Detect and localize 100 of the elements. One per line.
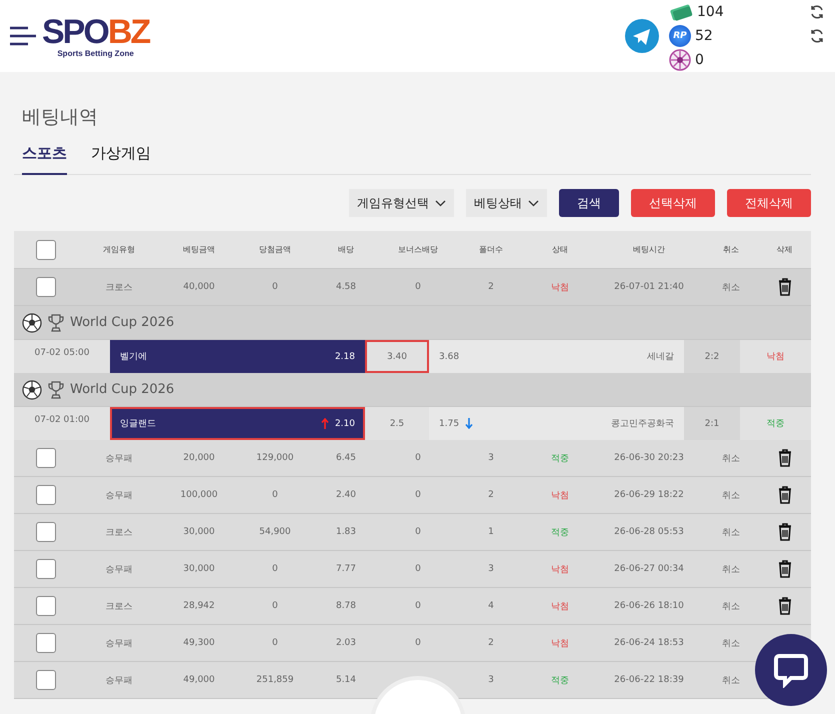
table-cell-text: 0	[271, 282, 279, 292]
table-cell-text: 40,000	[182, 282, 216, 292]
cancel-link[interactable]: 취소	[704, 452, 758, 464]
select-all-checkbox[interactable]	[36, 240, 56, 260]
cancel-link[interactable]: 취소	[704, 562, 758, 576]
search-button[interactable]: 검색	[559, 189, 619, 217]
points-badge: RP	[669, 25, 691, 47]
trash-icon[interactable]	[778, 597, 792, 615]
table-cell-text: 승무패	[104, 490, 134, 502]
chat-bubble-icon	[773, 652, 809, 688]
column-header: 베팅금액	[182, 244, 216, 255]
delete-button[interactable]: 전체삭제	[727, 189, 811, 217]
table-cell-text: 54,900	[258, 527, 292, 537]
row-checkbox[interactable]	[36, 670, 56, 690]
score-text: 2:1	[704, 418, 720, 428]
team-name: 콩고민주공화국	[611, 418, 674, 430]
status-text: 낙첨	[766, 351, 784, 363]
table-cell-text: 1.83	[334, 527, 358, 537]
row-checkbox[interactable]	[36, 277, 56, 297]
table-cell-text: 0	[414, 638, 422, 648]
balance-value: 52	[695, 28, 714, 44]
soccer-ball-icon	[22, 312, 42, 332]
column-header: 배당	[337, 244, 355, 255]
league-name: World Cup 2026	[70, 315, 174, 330]
trash-icon[interactable]	[778, 278, 792, 296]
table-cell-text: 5.14	[334, 675, 358, 685]
filter-dropdown[interactable]: 게임유형선택	[349, 189, 454, 217]
row-checkbox[interactable]	[36, 559, 56, 579]
table-cell-text: 0	[414, 564, 422, 574]
team-name: 잉글랜드	[120, 418, 156, 430]
column-header: 폴더수	[478, 244, 504, 255]
status-text: 낙첨	[550, 282, 570, 294]
trash-icon[interactable]	[778, 560, 792, 578]
odds-value: 2.18	[334, 352, 355, 362]
status-text: 낙첨	[550, 564, 570, 576]
table-cell-text: 26-06-27 00:34	[613, 564, 685, 574]
cancel-link[interactable]: 취소	[704, 636, 758, 650]
score-text: 2:2	[704, 352, 720, 362]
cancel-link[interactable]: 취소	[704, 674, 758, 686]
refresh-icon[interactable]	[809, 28, 825, 44]
column-header: 삭제	[776, 244, 794, 255]
menu-icon[interactable]	[10, 25, 36, 47]
filter-dropdown[interactable]: 베팅상태	[466, 189, 547, 217]
table-cell-text: 0	[414, 601, 422, 611]
status-text: 낙첨	[550, 600, 570, 612]
status-text: 적중	[550, 674, 570, 686]
table-cell-text: 26-06-28 05:53	[613, 527, 685, 537]
table-cell-text: 26-06-24 18:53	[613, 638, 685, 648]
table-cell-text: 7.77	[334, 564, 358, 574]
status-text: 적중	[766, 418, 784, 430]
wheel-icon	[669, 49, 691, 71]
balance-value: 104	[697, 4, 725, 20]
table-cell-text: 26-06-22 18:39	[613, 675, 685, 685]
tab[interactable]: 가상게임	[91, 144, 151, 175]
table-cell-text: 3	[487, 564, 495, 574]
odds-value: 1.75	[439, 418, 460, 428]
paper-plane-icon[interactable]	[625, 19, 659, 53]
cancel-link[interactable]: 취소	[704, 526, 758, 538]
logo[interactable]: SPOBZ Sports Betting Zone	[42, 14, 150, 58]
refresh-icon[interactable]	[809, 4, 825, 20]
table-cell-text: 100,000	[179, 490, 219, 500]
table-cell-text: 1	[487, 527, 495, 537]
match-time: 07-02 01:00	[34, 415, 90, 425]
row-checkbox[interactable]	[36, 485, 56, 505]
status-text: 낙첨	[550, 490, 570, 502]
table-cell-text: 2	[487, 638, 495, 648]
cancel-link[interactable]: 취소	[704, 600, 758, 612]
table-cell-text: 26-07-01 21:40	[613, 282, 685, 292]
odds-value: 3.68	[439, 352, 460, 362]
odds-value: 3.40	[386, 352, 408, 362]
table-cell-text: 3	[487, 453, 495, 463]
table-cell-text: 251,859	[255, 675, 295, 685]
table-cell-text: 129,000	[255, 453, 295, 463]
table-cell-text: 승무패	[104, 674, 134, 686]
league-name: World Cup 2026	[70, 382, 174, 397]
table-cell-text: 0	[414, 453, 422, 463]
cancel-link[interactable]: 취소	[704, 488, 758, 502]
row-checkbox[interactable]	[36, 596, 56, 616]
balance-value: 0	[695, 52, 705, 68]
table-cell-text: 0	[271, 601, 279, 611]
trash-icon[interactable]	[778, 486, 792, 504]
row-checkbox[interactable]	[36, 522, 56, 542]
table-cell-text: 0	[271, 564, 279, 574]
tab[interactable]: 스포츠	[22, 144, 67, 175]
trash-icon[interactable]	[778, 449, 792, 467]
row-checkbox[interactable]	[36, 633, 56, 653]
delete-button[interactable]: 선택삭제	[631, 189, 715, 217]
table-cell-text: 49,300	[182, 638, 216, 648]
match-time: 07-02 05:00	[34, 348, 90, 358]
row-checkbox[interactable]	[36, 448, 56, 468]
odds-value: 2.5	[390, 418, 404, 428]
table-cell-text: 2.40	[334, 490, 358, 500]
column-header: 당첨금액	[258, 244, 292, 255]
caret-icon	[528, 200, 539, 206]
trash-icon[interactable]	[778, 523, 792, 541]
table-cell-text: 20,000	[182, 453, 216, 463]
odds-value: 2.10	[334, 418, 355, 428]
table-cell-text: 0	[414, 282, 422, 292]
status-text: 적중	[550, 526, 570, 538]
cancel-link[interactable]: 취소	[704, 280, 758, 294]
